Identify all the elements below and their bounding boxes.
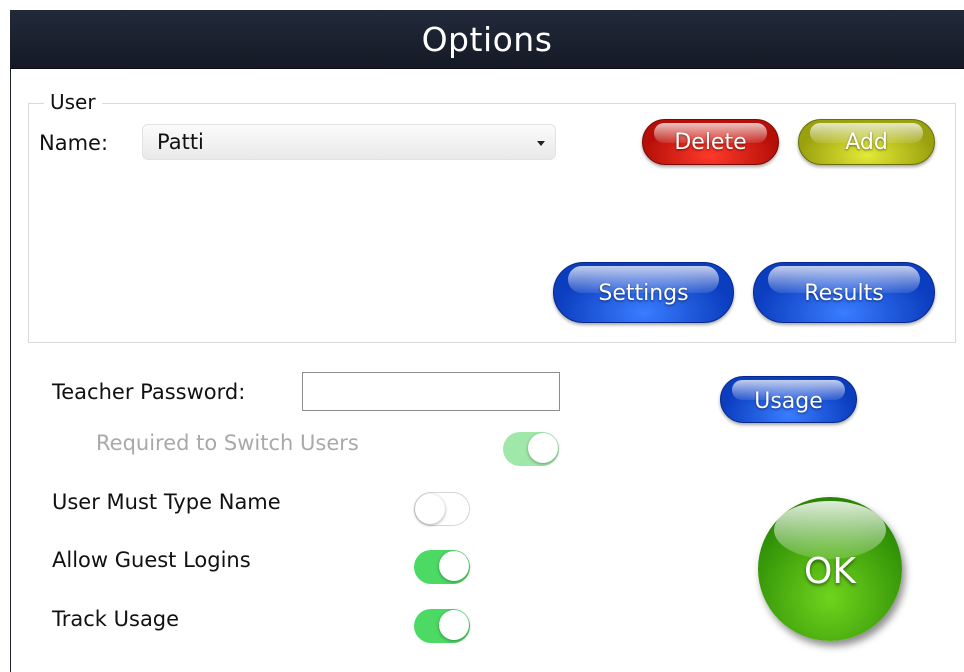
title-bar: Options [10, 10, 964, 69]
window-title: Options [421, 20, 553, 59]
name-label: Name: [39, 131, 109, 155]
settings-button-label: Settings [598, 281, 689, 306]
required-switch-users-label: Required to Switch Users [96, 431, 359, 455]
required-switch-users-toggle [503, 432, 559, 466]
user-must-type-name-label: User Must Type Name [52, 490, 281, 514]
user-name-selected: Patti [157, 130, 204, 154]
add-user-button[interactable]: Add [798, 119, 935, 165]
toggle-knob [415, 494, 445, 524]
usage-button-label: Usage [754, 389, 823, 414]
results-button-label: Results [804, 281, 884, 306]
toggle-knob [439, 610, 469, 640]
user-group-legend: User [44, 90, 102, 114]
track-usage-toggle[interactable] [414, 609, 470, 643]
add-button-label: Add [845, 130, 888, 155]
delete-user-button[interactable]: Delete [642, 119, 779, 165]
user-must-type-name-toggle[interactable] [414, 492, 470, 526]
toggle-knob [528, 433, 558, 463]
dropdown-caret-icon [537, 141, 545, 146]
usage-button[interactable]: Usage [720, 376, 857, 423]
user-name-dropdown[interactable]: Patti [142, 124, 556, 160]
teacher-password-label: Teacher Password: [52, 380, 246, 404]
settings-button[interactable]: Settings [553, 262, 734, 323]
ok-button[interactable]: OK [758, 497, 902, 641]
ok-button-label: OK [804, 551, 856, 592]
allow-guest-logins-label: Allow Guest Logins [52, 548, 251, 572]
results-button[interactable]: Results [753, 262, 935, 323]
teacher-password-field[interactable] [302, 372, 560, 411]
toggle-knob [439, 551, 469, 581]
track-usage-label: Track Usage [52, 607, 180, 631]
allow-guest-logins-toggle[interactable] [414, 550, 470, 584]
delete-button-label: Delete [674, 130, 747, 155]
